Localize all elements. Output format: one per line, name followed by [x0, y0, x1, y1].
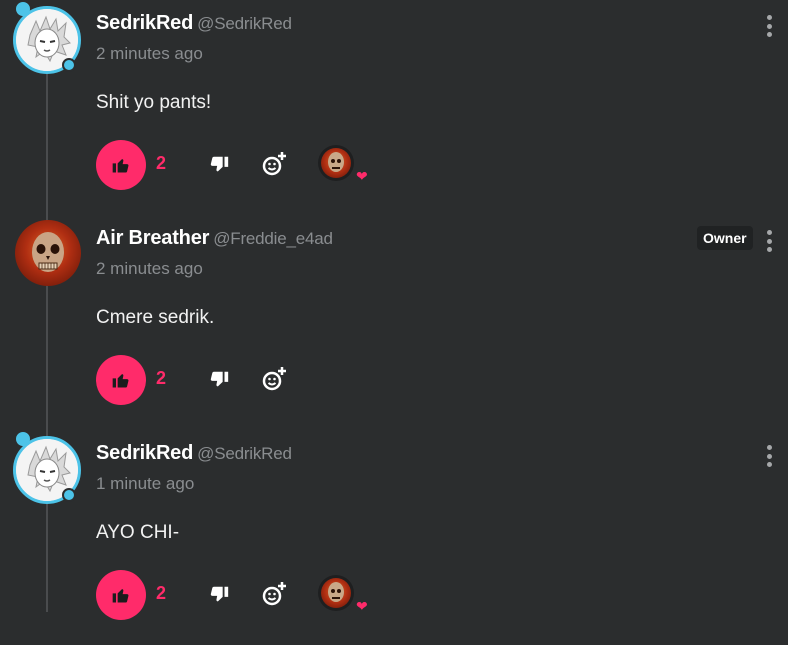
- add-reaction-button[interactable]: [260, 365, 288, 393]
- reaction-avatar: [321, 578, 351, 608]
- timestamp: 2 minutes ago: [96, 259, 203, 278]
- timestamp: 2 minutes ago: [96, 44, 203, 63]
- heart-icon: ❤: [356, 168, 368, 184]
- author-name[interactable]: SedrikRed @SedrikRed: [96, 12, 292, 35]
- like-count: 2: [156, 583, 167, 603]
- more-options-icon[interactable]: [764, 15, 774, 37]
- dislike-button[interactable]: [208, 584, 230, 606]
- author-name[interactable]: SedrikRed @SedrikRed: [96, 442, 292, 465]
- thumbs-up-icon: [112, 374, 129, 388]
- add-reaction-button[interactable]: [260, 580, 288, 608]
- comment: Air Breather @Freddie_e4ad 2 minutes ago …: [0, 215, 788, 430]
- thumbs-down-icon: [210, 586, 229, 602]
- thumbs-down-icon: [210, 156, 229, 172]
- dislike-button[interactable]: [208, 369, 230, 391]
- like-button[interactable]: [96, 140, 146, 190]
- avatar-badge: [62, 58, 76, 72]
- display-name[interactable]: SedrikRed: [96, 442, 193, 464]
- comment: SedrikRed @SedrikRed 2 minutes ago Shit y…: [0, 0, 788, 215]
- thumbs-up-icon: [112, 159, 129, 173]
- comment-text: Shit yo pants!: [96, 92, 212, 113]
- reaction-chip[interactable]: ❤: [318, 145, 368, 184]
- username-handle[interactable]: @Freddie_e4ad: [213, 229, 333, 248]
- more-options-icon[interactable]: [764, 230, 774, 252]
- comment-text: AYO CHI-: [96, 522, 180, 543]
- thumbs-up-icon: [112, 589, 129, 603]
- thumbs-down-icon: [210, 371, 229, 387]
- timestamp: 1 minute ago: [96, 474, 195, 493]
- more-options-icon[interactable]: [764, 445, 774, 467]
- author-name[interactable]: Air Breather @Freddie_e4ad: [96, 227, 333, 250]
- reaction-avatar: [321, 148, 351, 178]
- owner-badge: Owner: [697, 226, 753, 250]
- like-count: 2: [156, 368, 167, 388]
- add-reaction-icon: [262, 582, 286, 606]
- display-name[interactable]: SedrikRed: [96, 12, 193, 34]
- dislike-button[interactable]: [208, 154, 230, 176]
- like-button[interactable]: [96, 570, 146, 620]
- add-reaction-icon: [262, 152, 286, 176]
- display-name[interactable]: Air Breather: [96, 227, 209, 249]
- username-handle[interactable]: @SedrikRed: [197, 444, 292, 463]
- comment: SedrikRed @SedrikRed 1 minute ago AYO CHI…: [0, 430, 788, 645]
- heart-icon: ❤: [356, 598, 368, 614]
- username-handle[interactable]: @SedrikRed: [197, 14, 292, 33]
- avatar-badge: [62, 488, 76, 502]
- reaction-chip[interactable]: ❤: [318, 575, 368, 614]
- like-button[interactable]: [96, 355, 146, 405]
- comment-text: Cmere sedrik.: [96, 307, 215, 328]
- add-reaction-button[interactable]: [260, 150, 288, 178]
- add-reaction-icon: [262, 367, 286, 391]
- like-count: 2: [156, 153, 167, 173]
- avatar[interactable]: [15, 220, 81, 286]
